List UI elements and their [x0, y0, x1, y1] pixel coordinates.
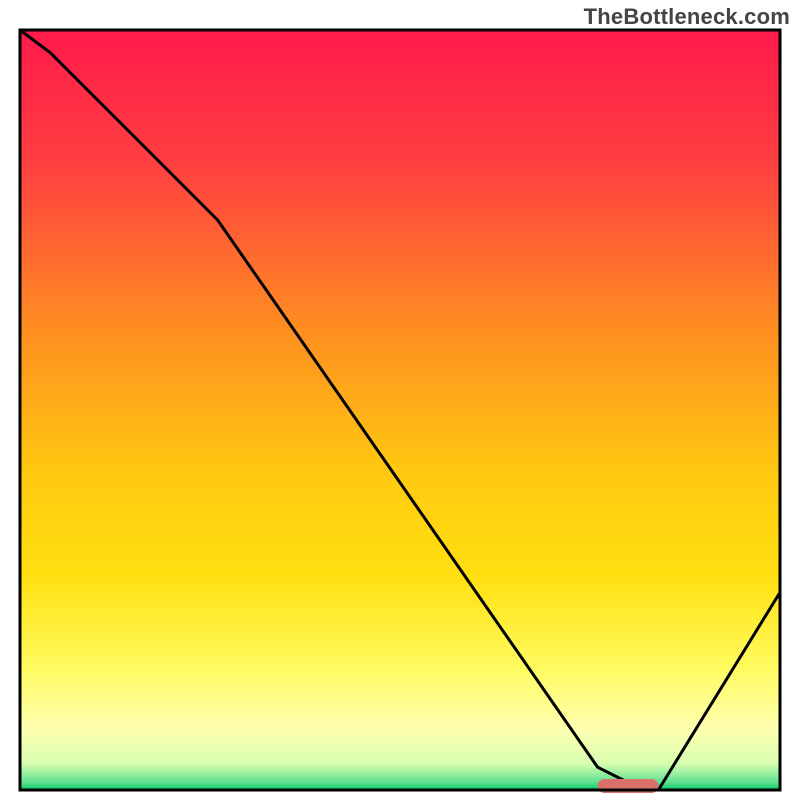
chart-container: TheBottleneck.com	[0, 0, 800, 800]
bottleneck-chart	[0, 0, 800, 800]
watermark-text: TheBottleneck.com	[584, 4, 790, 30]
plot-background	[20, 30, 780, 790]
